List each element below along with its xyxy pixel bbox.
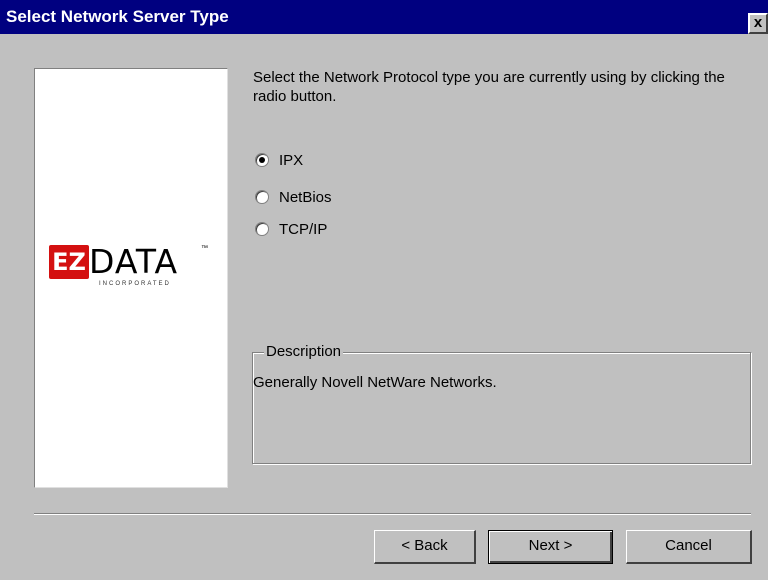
ez-data-logo: EZ DATA ™ INCORPORATED: [49, 245, 217, 289]
logo-mark: EZ: [49, 245, 89, 279]
logo-panel: EZ DATA ™ INCORPORATED: [34, 68, 228, 488]
description-legend: Description: [264, 343, 344, 360]
title-bar: Select Network Server Type x: [0, 0, 768, 34]
cancel-button[interactable]: Cancel: [626, 530, 752, 564]
radio-tcpip[interactable]: TCP/IP: [255, 218, 327, 240]
logo-mark-text: EZ: [52, 248, 86, 276]
logo-tagline: INCORPORATED: [99, 281, 171, 287]
radio-ipx[interactable]: IPX: [255, 149, 303, 171]
description-text: Generally Novell NetWare Networks.: [253, 374, 497, 391]
radio-tcpip-label[interactable]: TCP/IP: [279, 221, 327, 238]
next-button-label: Next >: [528, 537, 573, 554]
description-groupbox: [252, 352, 751, 464]
instructions-text: Select the Network Protocol type you are…: [253, 69, 725, 105]
back-button-label: < Back: [401, 537, 448, 554]
radio-tcpip-button[interactable]: [255, 222, 269, 236]
next-button[interactable]: Next >: [488, 530, 613, 564]
separator: [34, 513, 751, 515]
radio-ipx-label[interactable]: IPX: [279, 152, 303, 169]
radio-netbios[interactable]: NetBios: [255, 186, 332, 208]
dialog-title: Select Network Server Type: [6, 7, 229, 26]
cancel-button-label: Cancel: [665, 537, 712, 554]
radio-ipx-button[interactable]: [255, 153, 269, 167]
radio-netbios-label[interactable]: NetBios: [279, 189, 332, 206]
logo-wordmark: DATA: [89, 242, 179, 281]
logo-trademark: ™: [201, 245, 208, 252]
close-icon: x: [753, 14, 763, 31]
radio-netbios-button[interactable]: [255, 190, 269, 204]
close-button[interactable]: x: [748, 13, 768, 34]
back-button[interactable]: < Back: [374, 530, 476, 564]
